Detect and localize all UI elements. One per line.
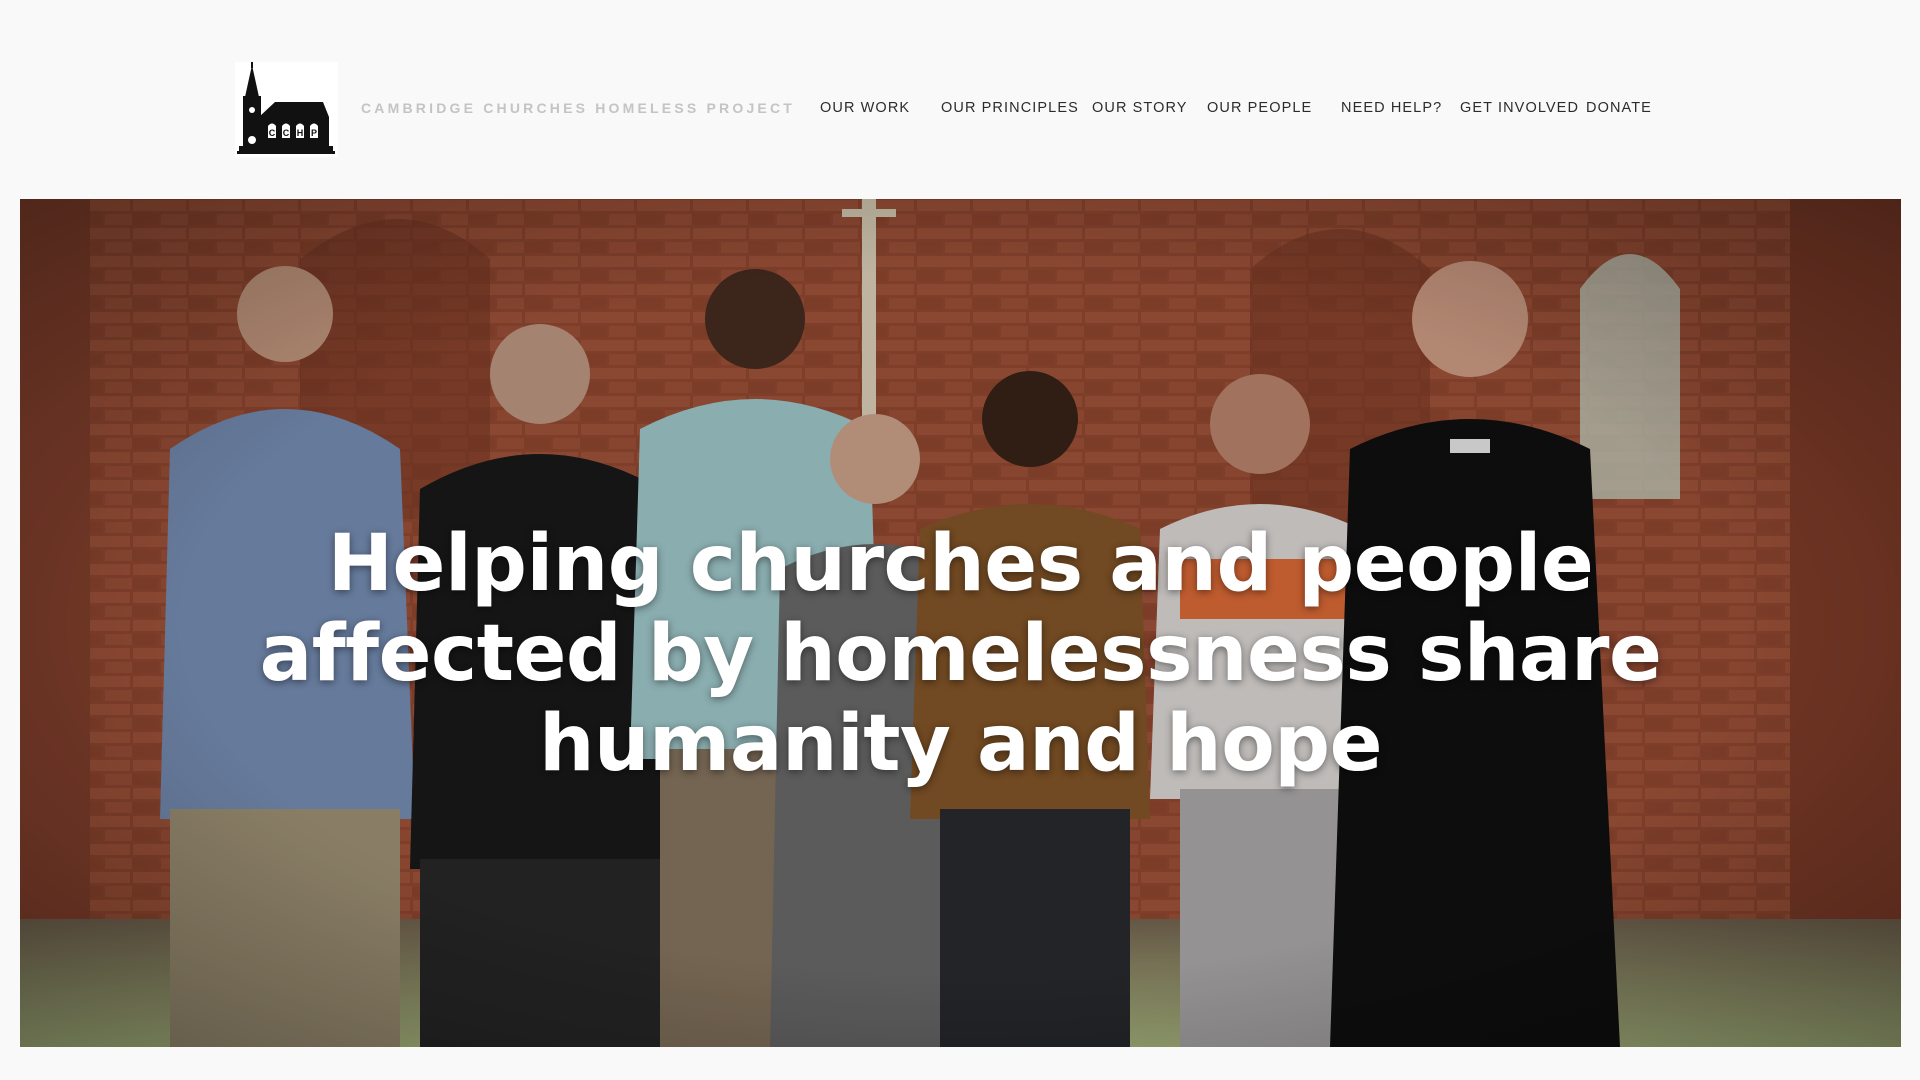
nav-donate[interactable]: DONATE [1586, 100, 1652, 116]
nav-our-work[interactable]: OUR WORK [820, 100, 910, 116]
logo-letter-h: H [297, 128, 304, 138]
logo-letter-c1: C [269, 128, 276, 138]
nav-get-involved[interactable]: GET INVOLVED [1460, 100, 1579, 116]
logo-letter-c2: C [283, 128, 290, 138]
nav-our-people[interactable]: OUR PEOPLE [1207, 100, 1312, 116]
nav-our-principles[interactable]: OUR PRINCIPLES [941, 100, 1079, 116]
hero-banner: Helping churches and people affected by … [20, 199, 1901, 1047]
logo-letter-p: P [311, 128, 317, 138]
nav-need-help[interactable]: NEED HELP? [1341, 100, 1442, 116]
hero-headline-line-1: Helping churches and people [327, 519, 1594, 609]
hero-headline: Helping churches and people affected by … [20, 519, 1901, 789]
nav-our-story[interactable]: OUR STORY [1092, 100, 1188, 116]
page: C C H P CAMBRIDGE CHURCHES HOMELESS PROJ… [0, 0, 1920, 1080]
hero-headline-line-2: affected by homelessness share [259, 609, 1662, 699]
main-nav: OUR WORK OUR PRINCIPLES OUR STORY OUR PE… [0, 100, 1920, 120]
site-header: C C H P CAMBRIDGE CHURCHES HOMELESS PROJ… [0, 0, 1920, 199]
hero-headline-line-3: humanity and hope [538, 699, 1383, 789]
